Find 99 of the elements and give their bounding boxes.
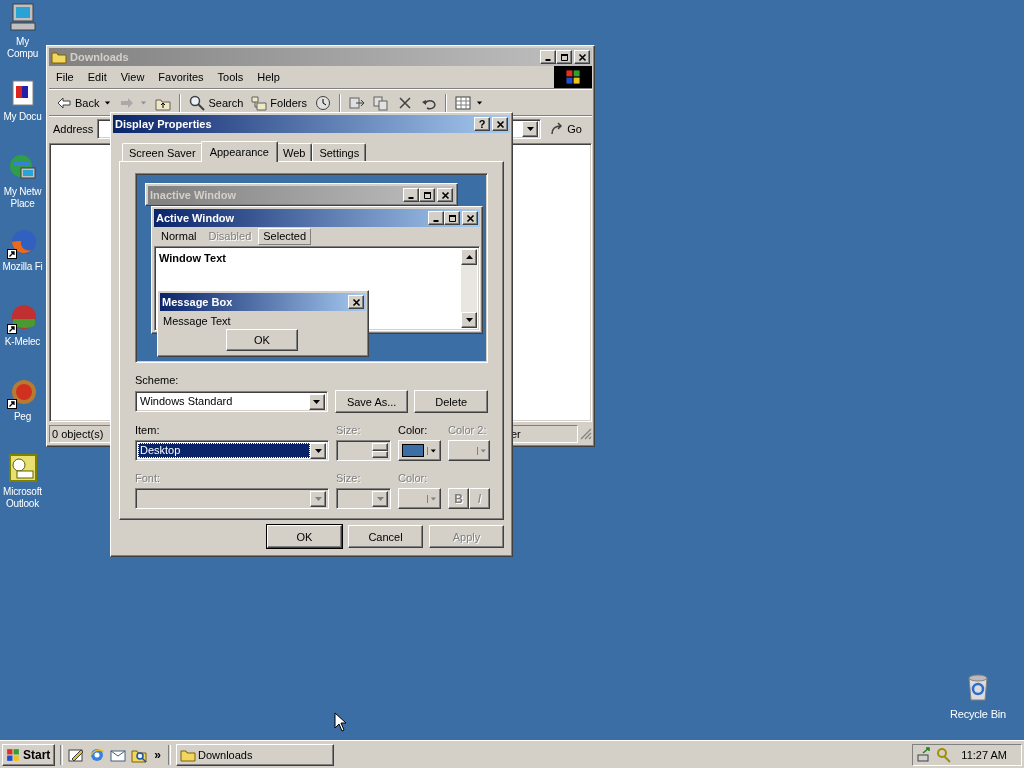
browser-icon[interactable]	[89, 746, 106, 763]
window-text: Window Text	[159, 252, 226, 264]
scheme-button[interactable]: Delete	[414, 390, 488, 413]
menu-item[interactable]: Edit	[80, 71, 114, 83]
icon-label[interactable]: K-Melec	[0, 336, 45, 348]
copy-icon	[373, 94, 389, 111]
font-select[interactable]	[135, 488, 329, 509]
tab[interactable]: Settings	[312, 143, 367, 161]
field-label: Font:	[135, 472, 161, 484]
maximize-button[interactable]	[556, 50, 572, 64]
caret-icon	[313, 494, 323, 503]
icon-label[interactable]: Microsoft Outlook	[0, 486, 45, 510]
clock-card-icon[interactable]	[6, 452, 39, 484]
clock[interactable]: 11:27 AM	[961, 748, 1007, 761]
caret-icon	[104, 99, 112, 106]
field-label: Color 2:	[448, 424, 487, 436]
close-icon	[577, 52, 587, 62]
minimize-icon	[408, 197, 414, 199]
icon-label[interactable]: My Compu	[0, 36, 45, 60]
caret-icon	[140, 99, 148, 106]
field-label: Item:	[135, 424, 160, 436]
message-text: Message Text	[162, 314, 232, 329]
start-button[interactable]: Start	[2, 743, 56, 766]
shortcut-arrow-icon	[6, 324, 17, 334]
down-arrow-icon	[464, 316, 474, 324]
resize-grip-icon[interactable]	[580, 428, 592, 440]
toolbar-button[interactable]: Folders	[248, 92, 310, 113]
folders-icon	[251, 94, 268, 111]
close-icon	[495, 119, 505, 129]
size-select[interactable]	[336, 488, 391, 509]
icon-label[interactable]: Peg	[0, 411, 45, 423]
up-arrow-icon	[464, 253, 474, 261]
menu-item[interactable]: Help	[250, 71, 287, 83]
ok-button[interactable]: OK	[226, 329, 298, 351]
window-title: Message Box	[162, 296, 233, 308]
views-icon	[455, 94, 471, 111]
delete-icon	[397, 94, 413, 111]
go-button[interactable]: Go	[545, 121, 588, 137]
item-select[interactable]: Desktop	[135, 440, 329, 461]
window-title: Display Properties	[115, 118, 212, 130]
tab[interactable]: Screen Saver	[122, 143, 203, 161]
shortcut-arrow-icon	[6, 249, 17, 259]
move-icon	[349, 94, 365, 111]
field-label: Size:	[336, 424, 361, 436]
scheme-select[interactable]: Windows Standard	[135, 391, 328, 412]
caret-icon	[375, 494, 385, 503]
menu-item[interactable]: File	[49, 71, 81, 83]
color-button[interactable]	[398, 440, 441, 461]
maximize-icon	[559, 52, 569, 62]
help-button[interactable]: ?	[474, 117, 490, 131]
minimize-icon	[545, 59, 551, 61]
caret-icon	[427, 494, 437, 503]
window-title: Active Window	[156, 212, 235, 224]
shortcut-arrow-icon	[6, 399, 17, 409]
icon-label[interactable]: My Netw Place	[0, 186, 45, 210]
icon-label[interactable]: Recycle Bin	[942, 708, 1014, 720]
menu-item[interactable]: Normal	[156, 228, 202, 245]
field-label: Color:	[398, 424, 428, 436]
folder-icon	[51, 49, 67, 65]
minimize-button[interactable]	[540, 50, 556, 64]
color-button[interactable]	[448, 440, 490, 461]
menu-item[interactable]: Favorites	[151, 71, 211, 83]
dialog-button[interactable]: Cancel	[348, 525, 423, 548]
icon-label[interactable]: Mozilla Fi	[0, 261, 45, 273]
icon-label[interactable]: My Docu	[0, 111, 45, 123]
menu-item[interactable]: Selected	[258, 228, 312, 245]
toolbar-button[interactable]: Back	[53, 92, 115, 113]
message-box-dialog[interactable]: Message Box Message Text OK	[157, 290, 369, 357]
search-icon	[189, 94, 206, 111]
close-button[interactable]	[574, 50, 590, 64]
field-label: Size:	[336, 472, 361, 484]
field-label: Color:	[398, 472, 428, 484]
caret-icon	[427, 446, 437, 455]
menu-item[interactable]: Tools	[210, 71, 251, 83]
address-label: Address	[53, 123, 94, 135]
scheme-button[interactable]: Save As...	[334, 390, 409, 413]
toolbar-button[interactable]: Search	[186, 92, 247, 113]
flag-icon	[564, 68, 582, 86]
chevron-button[interactable]: »	[152, 747, 164, 762]
flag-icon	[5, 746, 21, 763]
menu-item[interactable]: View	[113, 71, 152, 83]
caret-icon	[476, 99, 483, 106]
tab[interactable]: Appearance	[200, 141, 278, 162]
clock-icon	[315, 94, 331, 111]
window-title: Inactive Window	[150, 189, 237, 201]
size-spinner[interactable]	[336, 440, 391, 461]
field-label: Scheme:	[135, 374, 179, 386]
caret-icon	[312, 397, 322, 406]
taskbar-button[interactable]: Downloads	[176, 743, 335, 766]
close-button[interactable]	[492, 117, 508, 131]
network-icon[interactable]	[917, 746, 933, 763]
mouse-cursor-icon	[334, 712, 346, 732]
dialog-button[interactable]: OK	[267, 525, 342, 548]
window-title: Downloads	[70, 51, 129, 63]
pencil-window-icon[interactable]	[68, 746, 85, 763]
caret-icon	[476, 446, 486, 455]
minimize-icon	[433, 220, 439, 222]
color-button[interactable]	[398, 488, 441, 509]
caret-icon	[525, 125, 535, 133]
